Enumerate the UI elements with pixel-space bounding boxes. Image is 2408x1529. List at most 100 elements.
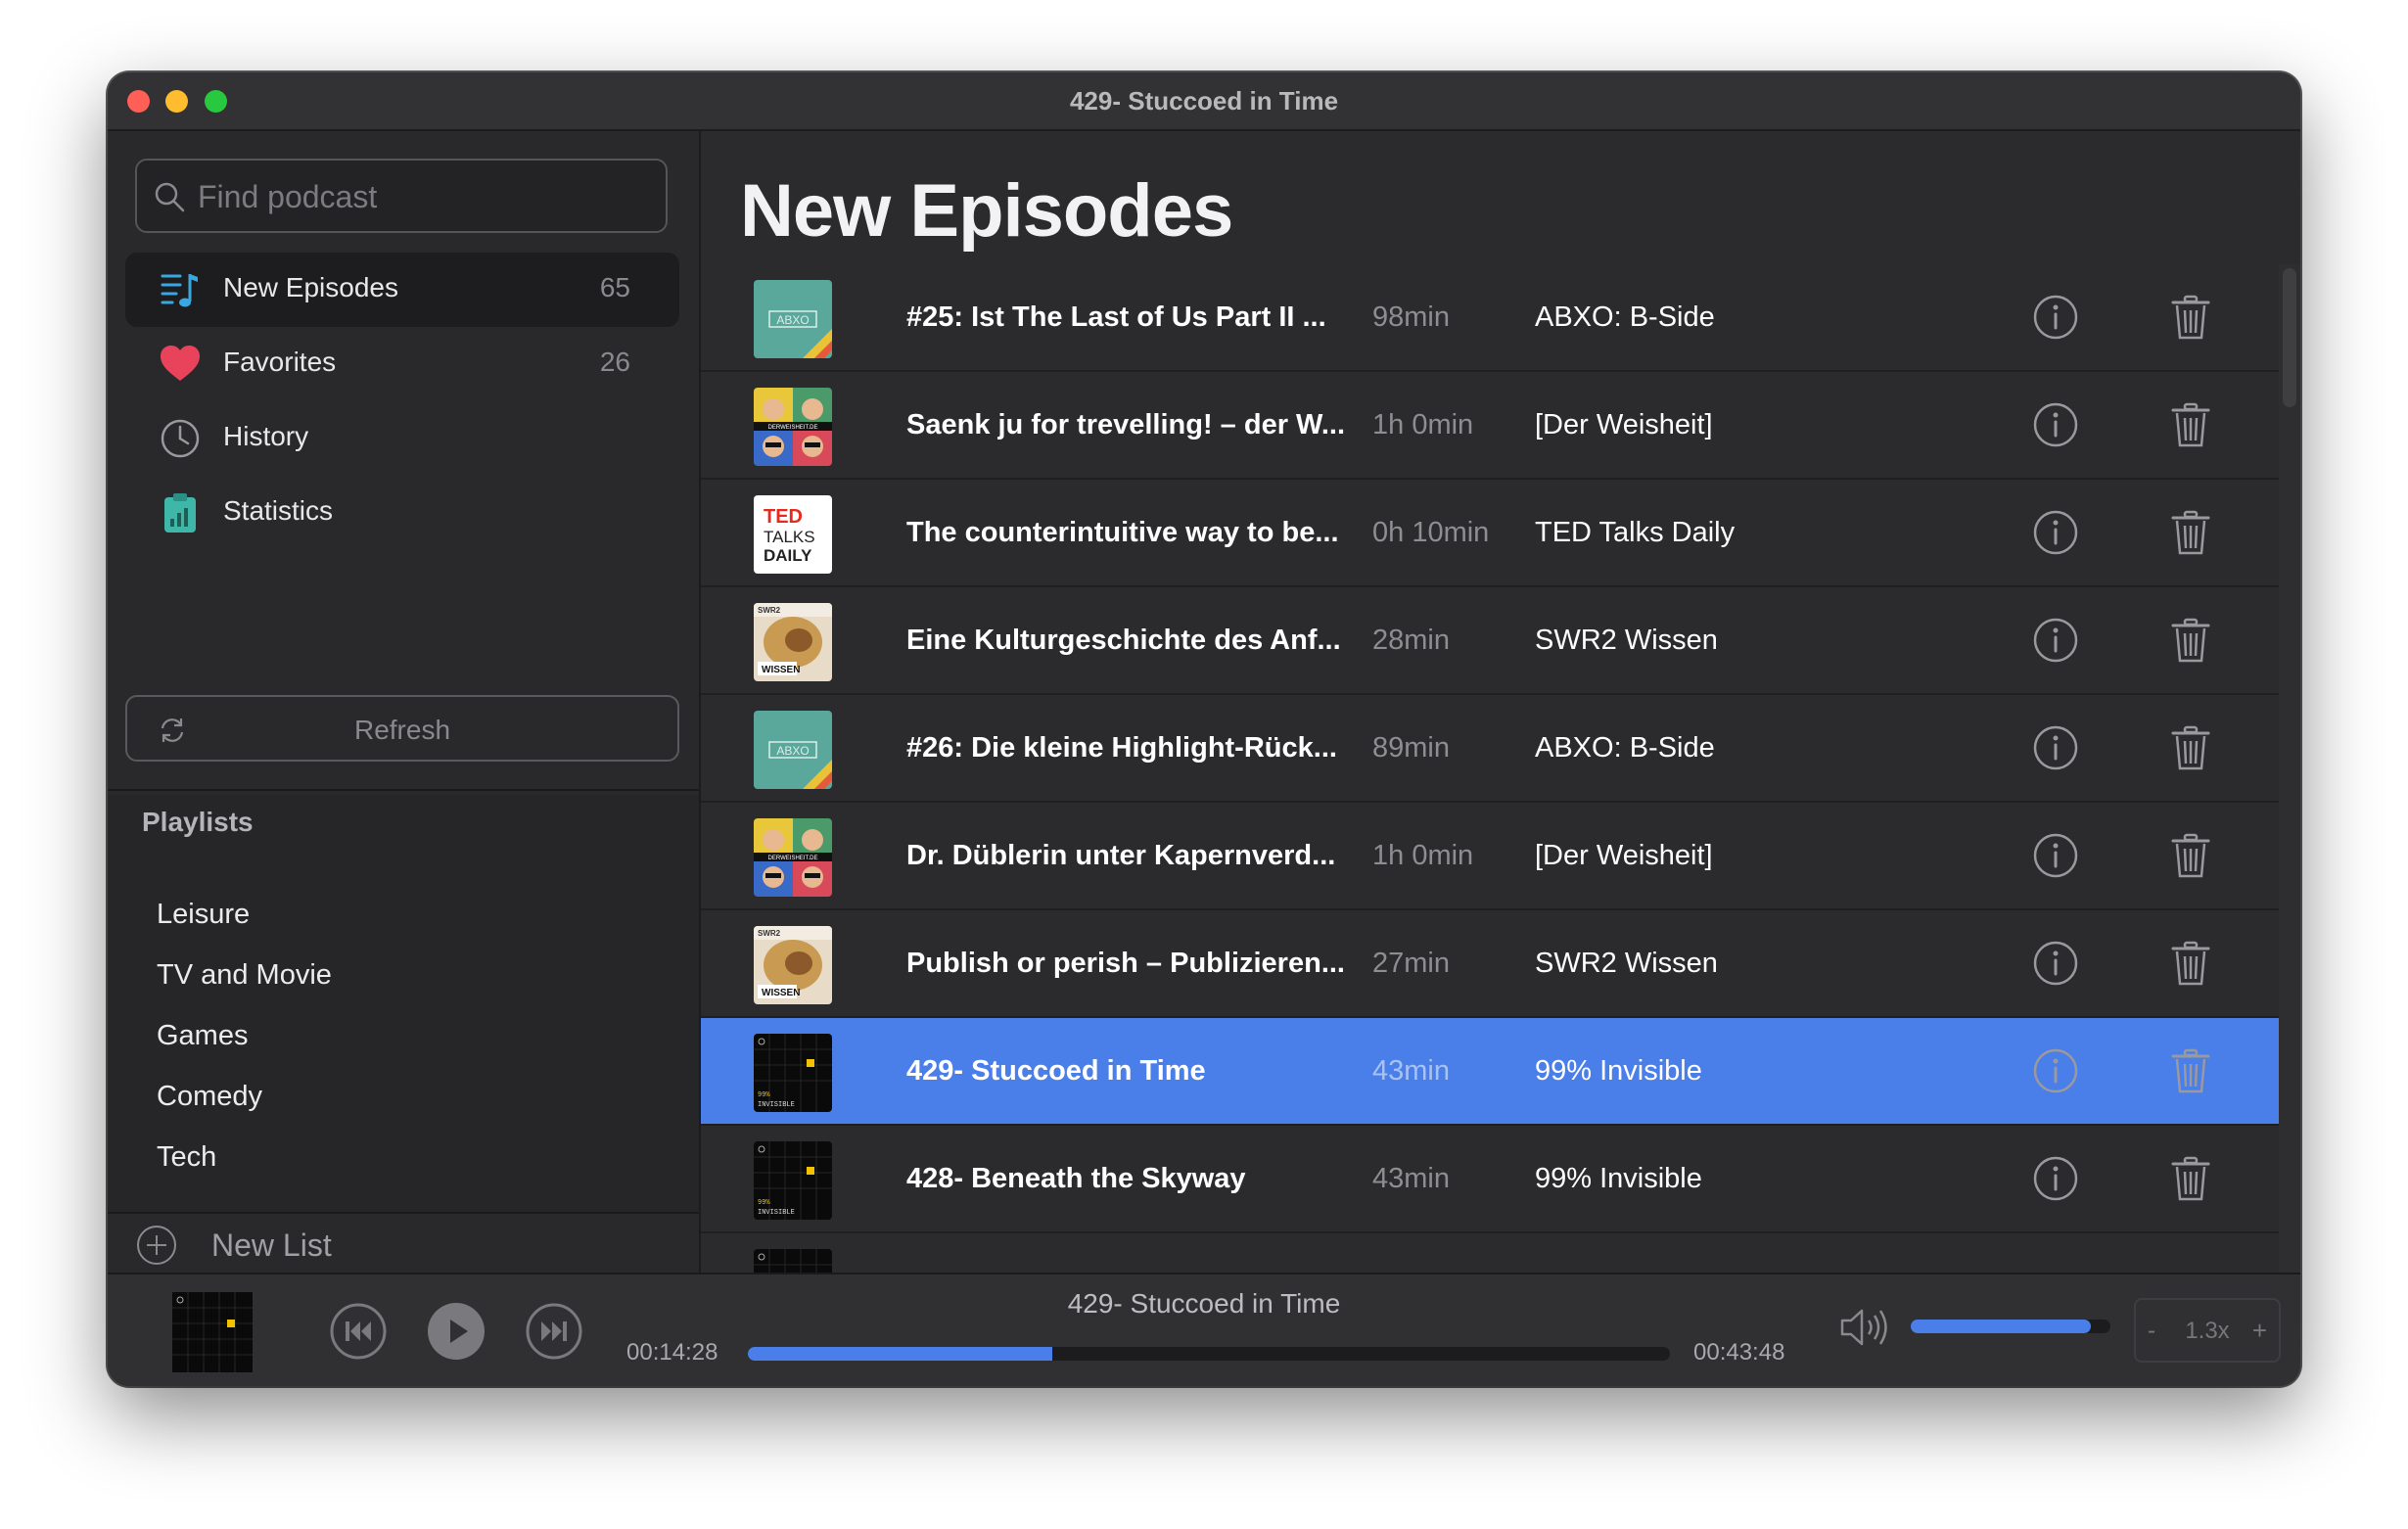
- episode-show: TED Talks Daily: [1535, 517, 1736, 548]
- favorites-count: 26: [599, 347, 630, 377]
- sidebar-divider: [108, 1212, 699, 1214]
- abxo-art-label: ABXO: [776, 744, 809, 758]
- swr2-art-label: SWR2: [758, 606, 781, 615]
- search-input[interactable]: [196, 174, 650, 219]
- sidebar-item-new-episodes[interactable]: New Episodes 65: [125, 253, 679, 327]
- heart-icon: [161, 346, 200, 381]
- episode-duration: 89min: [1372, 732, 1450, 764]
- trash-icon[interactable]: [2169, 832, 2212, 879]
- episode-duration: 98min: [1372, 301, 1450, 333]
- episode-row[interactable]: DERWEISHEIT.DE Saenk ju for trevelling! –…: [701, 372, 2279, 480]
- info-icon[interactable]: [2032, 832, 2079, 879]
- episode-duration: 0h 10min: [1372, 517, 1490, 548]
- trash-icon[interactable]: [2169, 294, 2212, 341]
- episode-artwork: SWR2 WISSEN: [754, 603, 832, 681]
- trash-icon[interactable]: [2169, 617, 2212, 664]
- ted-art-label: TED: [764, 506, 803, 528]
- trash-icon[interactable]: [2169, 1155, 2212, 1202]
- episode-duration: 1h 0min: [1372, 409, 1474, 440]
- episode-artwork: 99% INVISIBLE: [754, 1034, 832, 1112]
- episode-row[interactable]: DERWEISHEIT.DE Dr. Düblerin unter Kapernv…: [701, 803, 2279, 910]
- trash-icon[interactable]: [2169, 724, 2212, 771]
- episode-title: #25: Ist The Last of Us Part II ...: [906, 301, 1326, 333]
- episode-row[interactable]: ABXO #26: Die kleine Highlight-Rück... 89m…: [701, 695, 2279, 803]
- info-icon[interactable]: [2032, 1155, 2079, 1202]
- search-field[interactable]: [135, 159, 668, 233]
- sidebar-divider: [108, 789, 699, 791]
- page-title: New Episodes: [740, 169, 1233, 253]
- info-icon[interactable]: [2032, 617, 2079, 664]
- episode-show: 99% Invisible: [1535, 1163, 1702, 1194]
- progress-slider[interactable]: [748, 1347, 1670, 1361]
- episode-artwork: ABXO: [754, 280, 832, 358]
- episode-show: 99% Invisible: [1535, 1055, 1702, 1087]
- episode-title: Dr. Düblerin unter Kapernverd...: [906, 840, 1336, 871]
- trash-icon[interactable]: [2169, 509, 2212, 556]
- episode-artwork: 99%INVISIBLE: [754, 1141, 832, 1220]
- statistics-icon: [164, 493, 196, 533]
- new-list-button[interactable]: New List: [108, 1218, 699, 1273]
- info-icon[interactable]: [2032, 1047, 2079, 1094]
- sidebar: New Episodes 65 Favorites 26 History: [108, 131, 701, 1273]
- invisible-art-label: 99%: [758, 1199, 770, 1207]
- sidebar-item-favorites[interactable]: Favorites 26: [125, 327, 679, 401]
- episode-row[interactable]: TED TALKS DAILY The counterintuitive way to…: [701, 480, 2279, 587]
- playlists-header: Playlists: [142, 807, 254, 837]
- episode-title: 428- Beneath the Skyway: [906, 1163, 1246, 1194]
- refresh-button[interactable]: Refresh: [125, 695, 679, 762]
- info-icon[interactable]: [2032, 724, 2079, 771]
- episode-row[interactable]: SWR2 WISSEN Eine Kulturgeschichte des Anf.…: [701, 587, 2279, 695]
- trash-icon[interactable]: [2169, 1047, 2212, 1094]
- volume-icon[interactable]: [1838, 1304, 1893, 1351]
- trash-icon[interactable]: [2169, 401, 2212, 448]
- episode-title: Saenk ju for trevelling! – der W...: [906, 409, 1345, 440]
- sidebar-item-label: History: [223, 421, 309, 451]
- episode-row-partial[interactable]: 99%INVISIBLE: [701, 1233, 2279, 1273]
- weisheit-art-label: DERWEISHEIT.DE: [768, 425, 818, 431]
- playlist-item-leisure[interactable]: Leisure: [157, 899, 250, 931]
- playlist-item-games[interactable]: Games: [157, 1020, 248, 1052]
- episode-show: SWR2 Wissen: [1535, 625, 1718, 656]
- episode-row[interactable]: ABXO #25: Ist The Last of Us Part II ... 9…: [701, 264, 2279, 372]
- episode-row[interactable]: 99% INVISIBLE 428- Beneath the Skyway 43min…: [701, 1126, 2279, 1233]
- info-icon[interactable]: [2032, 294, 2079, 341]
- episode-duration: 28min: [1372, 625, 1450, 656]
- scrollbar-track[interactable]: [2279, 264, 2300, 1273]
- search-icon: [155, 182, 185, 212]
- sidebar-item-statistics[interactable]: Statistics: [125, 476, 679, 550]
- playlist-item-tv-and-movie[interactable]: TV and Movie: [157, 959, 332, 992]
- volume-slider[interactable]: [1911, 1320, 2110, 1333]
- episode-show: [Der Weisheit]: [1535, 840, 1713, 871]
- info-icon[interactable]: [2032, 401, 2079, 448]
- now-playing-title: 429- Stuccoed in Time: [1067, 1288, 1341, 1319]
- episode-show: [Der Weisheit]: [1535, 409, 1713, 440]
- playback-speed-control: - 1.3x +: [2134, 1298, 2281, 1363]
- speed-increase-button[interactable]: +: [2252, 1316, 2267, 1346]
- episode-row[interactable]: SWR2 WISSEN Publish or perish – Publiziere…: [701, 910, 2279, 1018]
- episode-duration: 43min: [1372, 1055, 1450, 1087]
- playlist-item-comedy[interactable]: Comedy: [157, 1081, 262, 1113]
- sidebar-item-label: Statistics: [223, 495, 334, 526]
- episode-show: SWR2 Wissen: [1535, 948, 1718, 979]
- ted-art-label: DAILY: [764, 546, 812, 565]
- player-bar: 429- Stuccoed in Time 00:14:28 00:43:48 …: [108, 1273, 2300, 1386]
- episode-duration: 27min: [1372, 948, 1450, 979]
- swr2-art-label: WISSEN: [762, 665, 800, 675]
- clock-icon: [161, 419, 200, 458]
- volume-fill: [1911, 1320, 2091, 1333]
- episode-artwork: 99%INVISIBLE: [754, 1249, 832, 1273]
- progress-fill: [748, 1347, 1052, 1361]
- info-icon[interactable]: [2032, 940, 2079, 987]
- episode-show: ABXO: B-Side: [1535, 301, 1715, 333]
- invisible-art-label: INVISIBLE: [758, 1101, 795, 1109]
- info-icon[interactable]: [2032, 509, 2079, 556]
- episode-row[interactable]: 99% INVISIBLE 429- Stuccoed in Time 43min 99…: [701, 1018, 2279, 1126]
- scrollbar-thumb[interactable]: [2283, 268, 2296, 407]
- episode-title: 429- Stuccoed in Time: [906, 1055, 1206, 1087]
- playlist-item-tech[interactable]: Tech: [157, 1141, 216, 1174]
- sidebar-item-history[interactable]: History: [125, 401, 679, 476]
- invisible-art-label: 99%: [758, 1091, 770, 1099]
- swr2-art-label: SWR2: [758, 929, 781, 938]
- trash-icon[interactable]: [2169, 940, 2212, 987]
- abxo-art-label: ABXO: [776, 313, 809, 327]
